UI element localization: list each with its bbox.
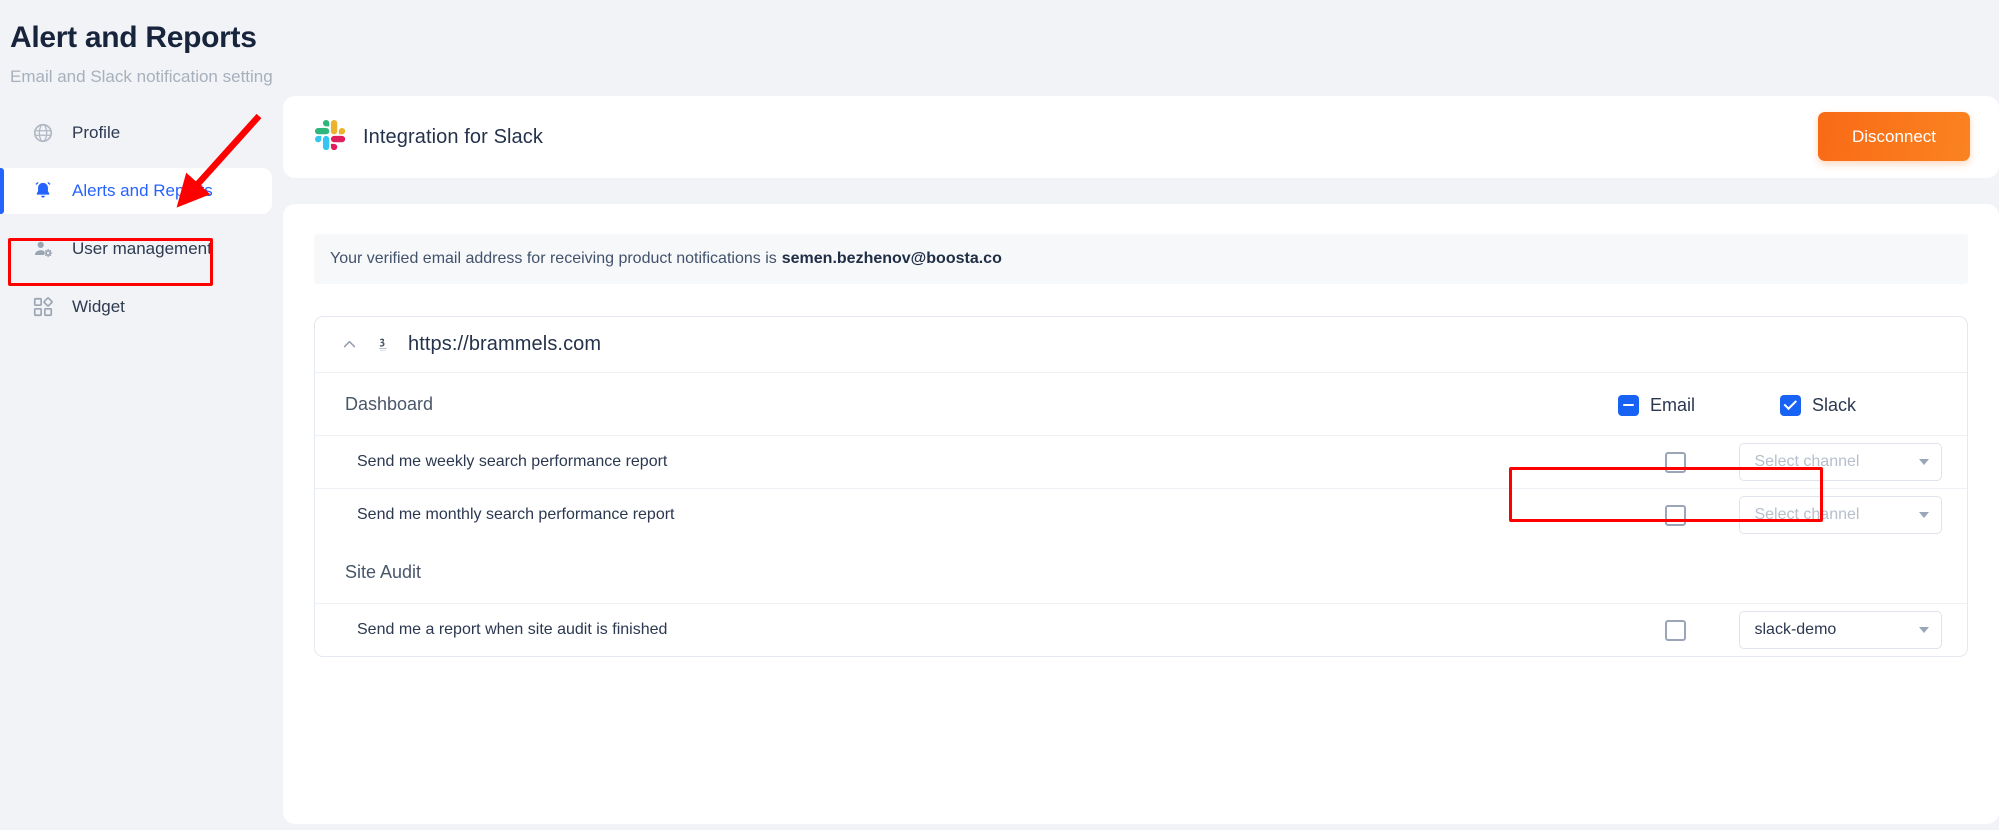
page-title: Alert and Reports [10,21,257,54]
sidebar-item-label: Alerts and Reports [72,181,213,200]
row-controls: Select channel [1612,443,1942,481]
option-row: Send me weekly search performance report… [315,435,1967,488]
email-checkbox-cell [1612,619,1739,641]
check-icon [1783,396,1797,410]
slack-channel-select[interactable]: slack-demo [1739,611,1942,649]
slack-column-label: Slack [1812,394,1857,415]
channel-value: slack-demo [1754,621,1837,638]
email-master-checkbox[interactable] [1618,394,1639,416]
channel-value: Select channel [1754,506,1860,523]
column-headers: Email Slack [1612,385,1942,425]
email-row-checkbox[interactable] [1665,504,1687,526]
bell-icon [32,180,54,202]
option-label: Send me weekly search performance report [357,453,668,470]
option-label: Send me a report when site audit is fini… [357,621,668,638]
widget-grid-icon [32,296,54,318]
verified-email-address: semen.bezhenov@boosta.co [781,250,1002,267]
site-favicon [374,335,392,354]
slack-integration-header: Integration for Slack Disconnect [283,96,1999,178]
option-label: Send me monthly search performance repor… [357,506,675,523]
verified-email-text: Your verified email address for receivin… [330,250,777,267]
disconnect-button[interactable]: Disconnect [1818,112,1970,161]
notification-settings-card: Your verified email address for receivin… [283,204,1999,824]
row-controls: Select channel [1612,496,1942,534]
channel-value: Select channel [1754,453,1860,470]
verified-email-notice: Your verified email address for receivin… [314,234,1968,284]
email-row-checkbox[interactable] [1665,451,1687,473]
chevron-down-icon [1919,627,1929,633]
chevron-down-icon [1919,459,1929,465]
main-content: Integration for Slack Disconnect Your ve… [283,96,1999,824]
option-row: Send me a report when site audit is fini… [315,603,1967,656]
email-column-label: Email [1650,394,1696,415]
slack-channel-select[interactable]: Select channel [1739,443,1942,481]
sidebar-item-label: User management [72,239,212,258]
email-checkbox-cell [1612,451,1739,473]
sidebar-item-label: Widget [72,297,125,316]
option-row: Send me monthly search performance repor… [315,488,1967,541]
slack-master-checkbox[interactable] [1780,394,1801,416]
chevron-down-icon [1919,512,1929,518]
sidebar-item-profile[interactable]: Profile [0,110,283,156]
section-title: Site Audit [345,561,422,582]
globe-icon [32,122,54,144]
integration-title: Integration for Slack [363,125,543,148]
section-title-row: Site Audit [315,541,1967,603]
sidebar-item-widget[interactable]: Widget [0,284,283,330]
page-header: Alert and Reports Email and Slack notifi… [0,0,1999,92]
section-title-row: Dashboard Email Slack [315,373,1967,435]
slack-channel-select[interactable]: Select channel [1739,496,1942,534]
site-url: https://brammels.com [408,333,602,355]
section-title: Dashboard [345,393,434,414]
chevron-up-icon[interactable] [341,336,358,353]
email-column-header[interactable]: Email [1612,394,1780,416]
email-checkbox-cell [1612,504,1739,526]
sidebar-item-label: Profile [72,123,121,142]
sidebar-item-user-management[interactable]: User management [0,226,283,272]
row-controls: slack-demo [1612,611,1942,649]
body-wrapper: Profile Alerts and Reports User manageme… [0,96,1999,824]
slack-column-header[interactable]: Slack [1780,394,1857,416]
dash-icon [1623,403,1634,407]
user-gear-icon [32,238,54,260]
section-site-audit: Site Audit Send me a report when site au… [315,541,1967,656]
section-dashboard: Dashboard Email Slack Send me weekly sea… [315,373,1967,541]
sections-container: Dashboard Email Slack Send me weekly sea… [315,373,1967,656]
slack-logo-icon [315,119,346,155]
site-settings-panel: https://brammels.com Dashboard Email Sla… [314,316,1968,657]
email-row-checkbox[interactable] [1665,619,1687,641]
site-header-row[interactable]: https://brammels.com [315,317,1967,373]
sidebar: Profile Alerts and Reports User manageme… [0,96,283,800]
sidebar-item-alerts-and-reports[interactable]: Alerts and Reports [0,168,272,214]
page-subtitle: Email and Slack notification setting [10,67,273,86]
